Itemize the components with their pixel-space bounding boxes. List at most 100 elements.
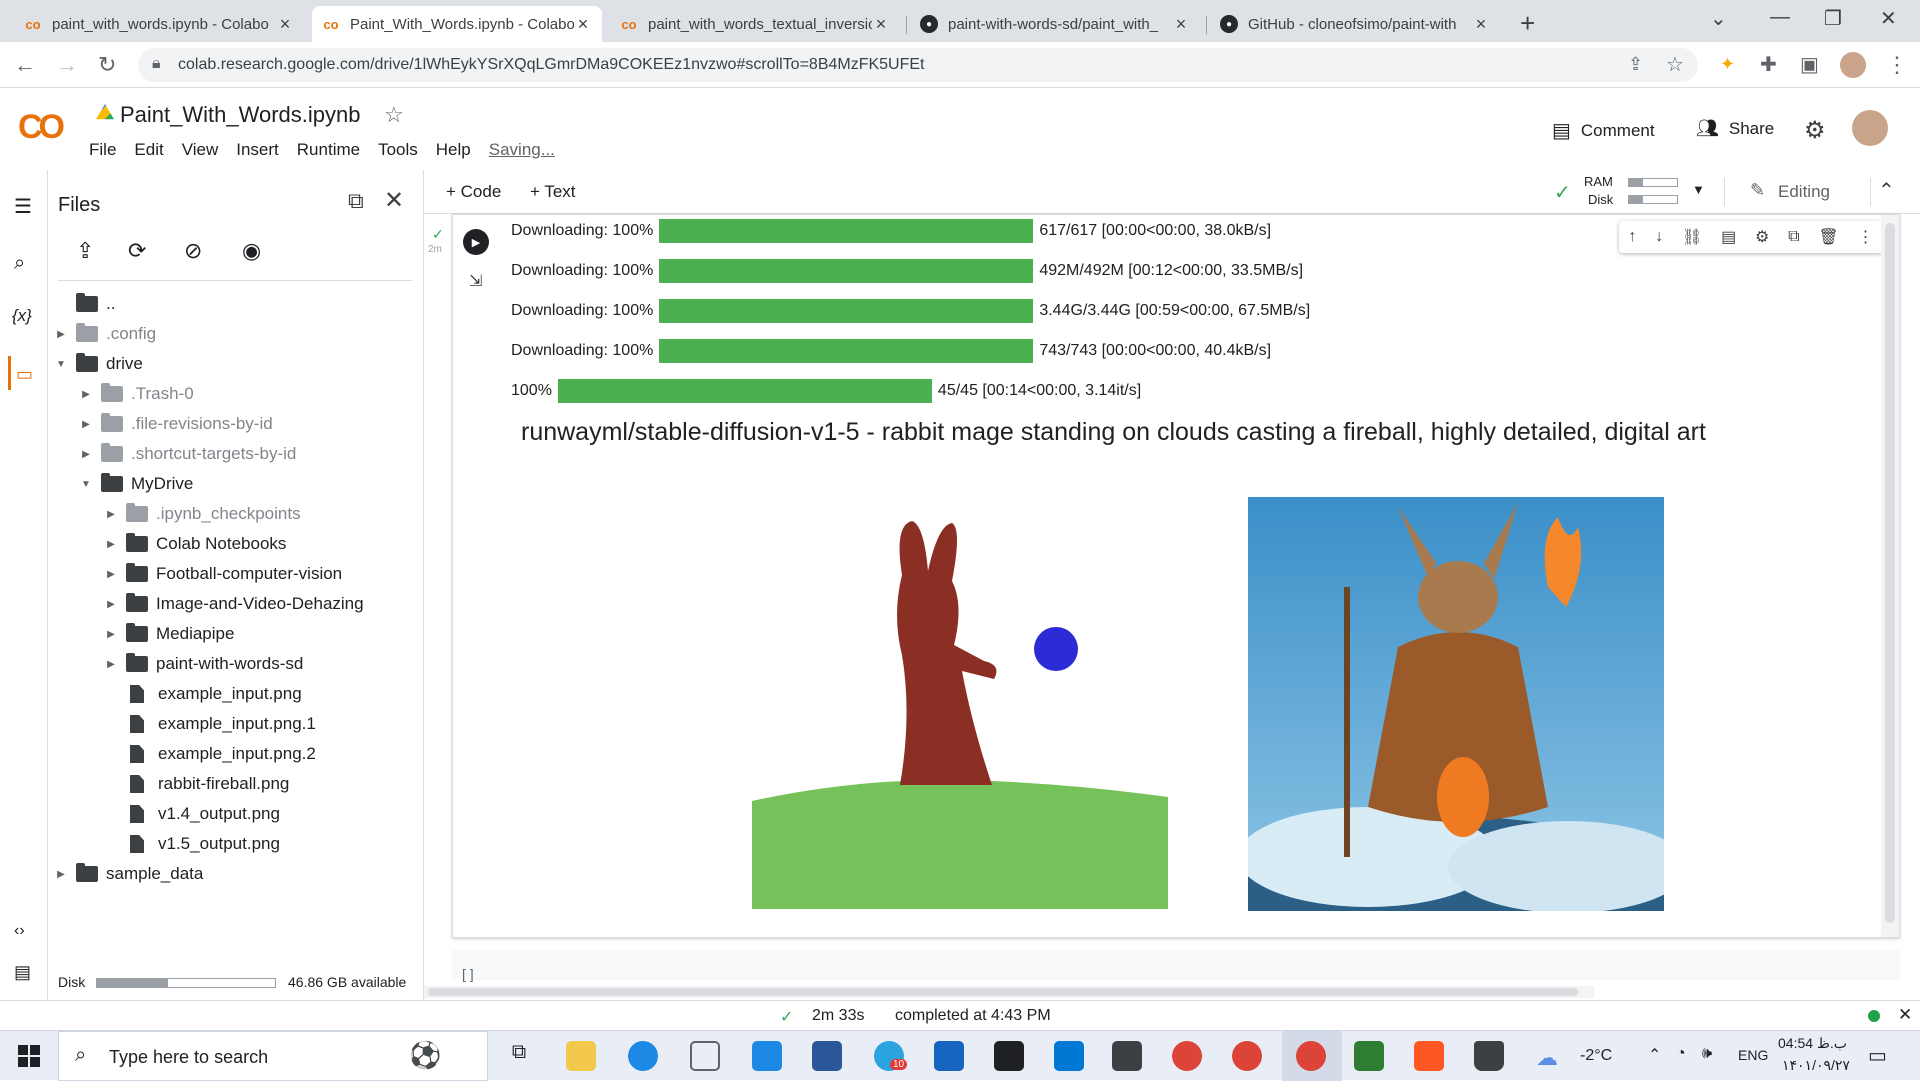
folder-item[interactable]: ▶ sample_data: [54, 862, 203, 886]
share-button[interactable]: 👥︎ Share: [1696, 118, 1774, 139]
browser-tab-5[interactable]: ● GitHub - cloneofsimo/paint-with ×: [1210, 6, 1500, 42]
folder-item[interactable]: ▶ Colab Notebooks: [104, 532, 286, 556]
chrome-active-icon[interactable]: [1296, 1041, 1326, 1071]
terminal-app-icon[interactable]: [994, 1041, 1024, 1071]
move-down-icon[interactable]: ↓: [1655, 228, 1663, 246]
restore-icon[interactable]: ❐: [1824, 6, 1842, 31]
store-icon[interactable]: [690, 1041, 720, 1071]
star-icon[interactable]: ☆: [384, 102, 404, 128]
expand-triangle-icon[interactable]: ▶: [104, 539, 118, 550]
ram-usage-bar[interactable]: [1628, 178, 1678, 187]
folder-item[interactable]: ▶ paint-with-words-sd: [104, 652, 303, 676]
forward-arrow-icon[interactable]: →: [56, 52, 78, 78]
app-window-icon[interactable]: [1112, 1041, 1142, 1071]
status-close-icon[interactable]: ✕: [1898, 1005, 1912, 1025]
chrome-profile-icon[interactable]: [1232, 1041, 1262, 1071]
folder-item[interactable]: ▶ .config: [54, 322, 156, 346]
browser-tab-2[interactable]: co Paint_With_Words.ipynb - Colabo ×: [312, 6, 602, 42]
menu-help[interactable]: Help: [436, 140, 471, 160]
expand-triangle-icon[interactable]: ▶: [54, 329, 68, 340]
file-explorer-icon[interactable]: [566, 1041, 596, 1071]
recorder-icon[interactable]: [1414, 1041, 1444, 1071]
cell-settings-icon[interactable]: ⚙: [1755, 227, 1769, 247]
terminal-icon[interactable]: ▤: [14, 962, 31, 983]
collapse-triangle-icon[interactable]: ▼: [54, 359, 68, 370]
folder-item[interactable]: ..: [54, 292, 115, 316]
menu-tools[interactable]: Tools: [378, 140, 418, 160]
menu-view[interactable]: View: [182, 140, 219, 160]
file-item[interactable]: v1.4_output.png: [104, 802, 280, 826]
omnibox[interactable]: 🔒︎ colab.research.google.com/drive/1lWhE…: [138, 48, 1698, 82]
folder-item[interactable]: ▶ .file-revisions-by-id: [79, 412, 273, 436]
menu-insert[interactable]: Insert: [236, 140, 279, 160]
unmount-drive-icon[interactable]: ⊘: [184, 238, 202, 264]
move-up-icon[interactable]: ↑: [1628, 228, 1636, 246]
vscode-icon[interactable]: [1054, 1041, 1084, 1071]
browser-menu-icon[interactable]: ⋮: [1886, 52, 1908, 78]
mirror-cell-icon[interactable]: ⧉: [1788, 228, 1799, 246]
input-language[interactable]: ENG: [1738, 1047, 1768, 1063]
new-tab-plus-icon[interactable]: +: [1520, 8, 1535, 39]
upload-file-icon[interactable]: ⇪: [76, 238, 94, 264]
chrome-icon[interactable]: [1172, 1041, 1202, 1071]
tray-chevron-up-icon[interactable]: ⌃: [1648, 1045, 1661, 1065]
menu-file[interactable]: File: [89, 140, 116, 160]
file-item[interactable]: example_input.png: [104, 682, 302, 706]
taskbar-search-box[interactable]: ⌕ Type here to search ⚽: [58, 1031, 488, 1081]
refresh-folder-icon[interactable]: ⟳: [128, 238, 146, 264]
comment-cell-icon[interactable]: ▤: [1721, 227, 1736, 247]
disk-usage-bar-tb[interactable]: [1628, 195, 1678, 204]
media-player-icon[interactable]: [934, 1041, 964, 1071]
vpn-lock-icon[interactable]: [1474, 1041, 1504, 1071]
folder-item[interactable]: ▶ .ipynb_checkpoints: [104, 502, 301, 526]
collapse-chevron-up-icon[interactable]: ⌃: [1878, 178, 1895, 203]
window-close-icon[interactable]: ✕: [1880, 6, 1897, 31]
file-item[interactable]: example_input.png.2: [104, 742, 316, 766]
open-in-tab-icon[interactable]: ⧉: [348, 188, 364, 214]
vim-icon[interactable]: [1354, 1041, 1384, 1071]
reload-icon[interactable]: ↻: [98, 52, 116, 78]
clock-time[interactable]: 04:54 ب.ظ: [1778, 1035, 1847, 1052]
file-item[interactable]: v1.5_output.png: [104, 832, 280, 856]
bookmark-star-icon[interactable]: ☆: [1666, 52, 1684, 77]
folder-item[interactable]: ▶ .Trash-0: [79, 382, 194, 406]
expand-triangle-icon[interactable]: ▶: [104, 659, 118, 670]
mail-icon[interactable]: [752, 1041, 782, 1071]
editing-mode-button[interactable]: Editing: [1778, 182, 1830, 202]
notebook-title[interactable]: Paint_With_Words.ipynb: [120, 102, 361, 128]
windows-start-icon[interactable]: [18, 1045, 40, 1067]
profile-avatar[interactable]: [1840, 52, 1866, 78]
browser-tab-3[interactable]: co paint_with_words_textual_inversio ×: [610, 6, 900, 42]
horizontal-scrollbar[interactable]: [424, 986, 1594, 998]
expand-triangle-icon[interactable]: ▶: [54, 869, 68, 880]
files-folder-icon[interactable]: ▭: [16, 364, 33, 385]
close-icon[interactable]: ×: [276, 14, 294, 35]
saving-status[interactable]: Saving...: [489, 140, 555, 160]
close-icon[interactable]: ×: [1172, 14, 1190, 35]
more-options-icon[interactable]: ⋮: [1858, 227, 1874, 247]
add-text-button[interactable]: + Text: [530, 182, 576, 202]
expand-triangle-icon[interactable]: ▶: [79, 389, 93, 400]
folder-item[interactable]: ▼ drive: [54, 352, 143, 376]
extensions-puzzle-icon[interactable]: ✚: [1760, 52, 1777, 77]
expand-triangle-icon[interactable]: ▶: [104, 599, 118, 610]
add-code-button[interactable]: + Code: [446, 182, 501, 202]
browser-tab-4[interactable]: ● paint-with-words-sd/paint_with_ ×: [910, 6, 1200, 42]
user-avatar[interactable]: [1852, 110, 1888, 146]
link-icon[interactable]: ⛓: [1682, 227, 1702, 247]
edge-icon[interactable]: [628, 1041, 658, 1071]
folder-item[interactable]: ▶ .shortcut-targets-by-id: [79, 442, 296, 466]
close-icon[interactable]: ×: [872, 14, 890, 35]
extension-icon[interactable]: ✦: [1720, 54, 1735, 75]
table-of-contents-icon[interactable]: ☰: [14, 194, 32, 219]
expand-triangle-icon[interactable]: ▶: [79, 449, 93, 460]
minimize-icon[interactable]: —: [1770, 6, 1790, 29]
folder-item[interactable]: ▼ MyDrive: [79, 472, 193, 496]
empty-code-cell[interactable]: [ ]: [452, 950, 1900, 982]
file-item[interactable]: example_input.png.1: [104, 712, 316, 736]
menu-edit[interactable]: Edit: [134, 140, 163, 160]
search-icon[interactable]: ⌕: [14, 252, 25, 275]
collapse-triangle-icon[interactable]: ▼: [79, 479, 93, 490]
code-cell[interactable]: ▶ ⇲ ↑ ↓ ⛓ ▤ ⚙ ⧉ 🗑︎ ⋮ Downloading: 100% 61…: [452, 214, 1900, 938]
expand-triangle-icon[interactable]: ▶: [79, 419, 93, 430]
